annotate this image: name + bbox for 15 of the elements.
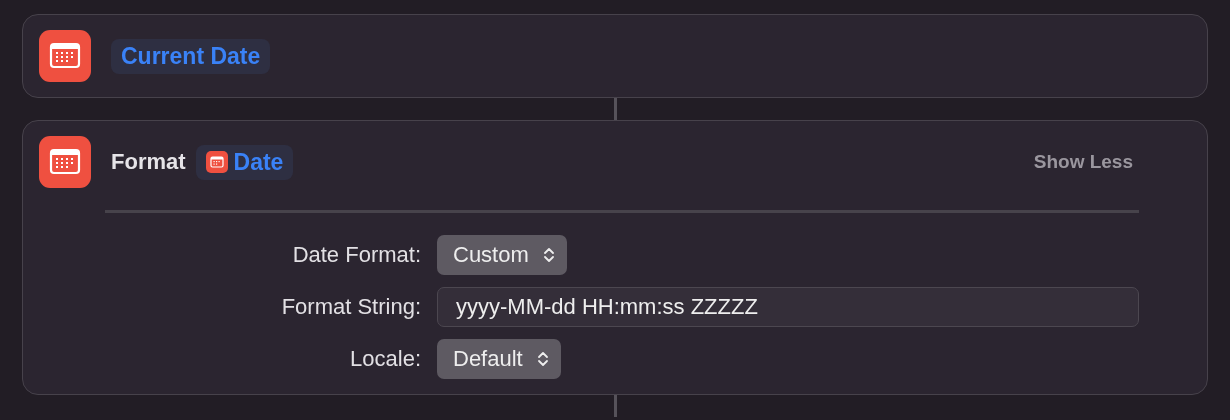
show-less-button[interactable]: Show Less bbox=[1027, 150, 1139, 174]
popup-button[interactable]: Custom bbox=[437, 235, 567, 275]
action-title: Format bbox=[111, 149, 186, 175]
parameter-label: Date Format: bbox=[291, 242, 421, 268]
calendar-icon bbox=[39, 30, 91, 82]
calendar-icon bbox=[39, 136, 91, 188]
up-down-chevron-icon bbox=[542, 246, 555, 264]
variable-token[interactable]: Current Date bbox=[111, 38, 271, 74]
parameter-label: Locale: bbox=[349, 346, 421, 372]
variable-token[interactable]: Date bbox=[195, 144, 294, 180]
parameter-label: Format String: bbox=[280, 294, 421, 320]
popup-button[interactable]: Default bbox=[437, 339, 561, 379]
calendar-icon bbox=[205, 151, 228, 173]
text-field[interactable]: yyyy-MM-dd HH:mm:ss ZZZZZ bbox=[437, 287, 1139, 327]
up-down-chevron-icon bbox=[536, 350, 549, 368]
